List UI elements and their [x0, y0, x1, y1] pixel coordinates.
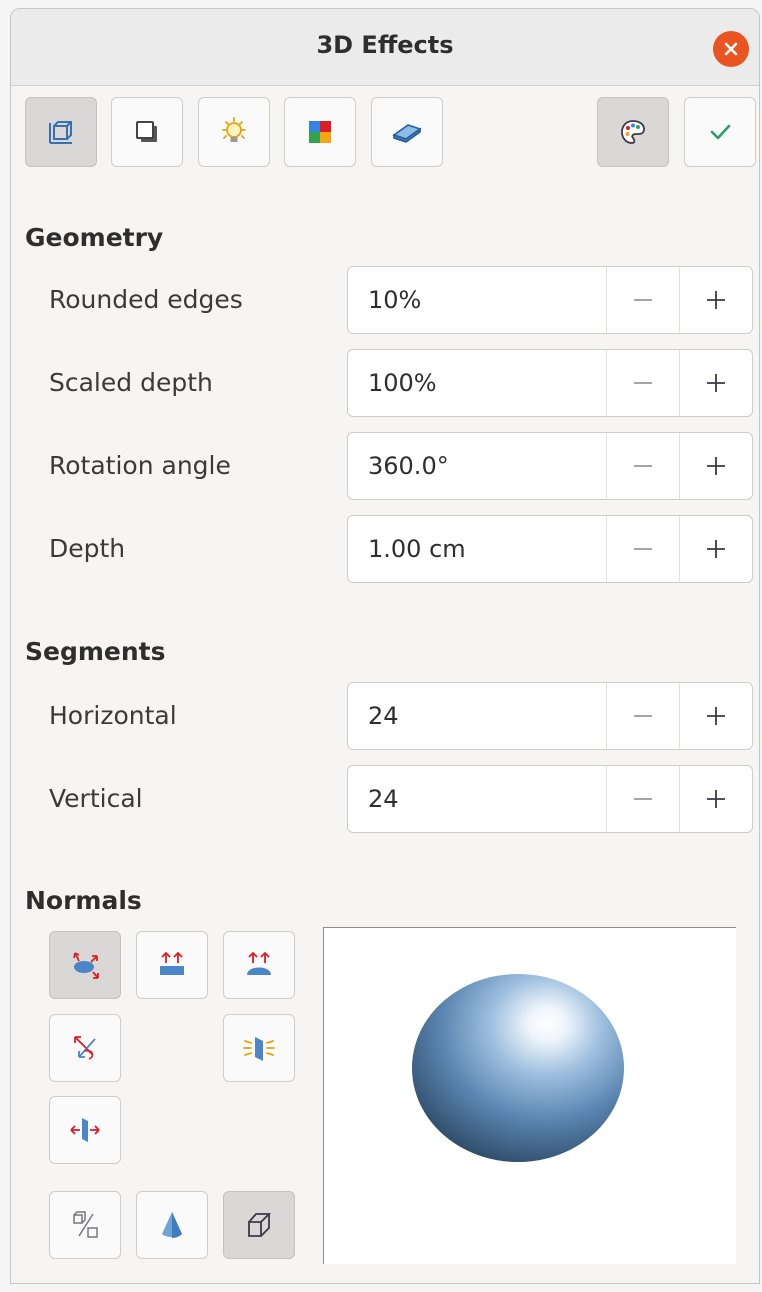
- horizontal-segments-spinbox: 24: [347, 682, 753, 750]
- vertical-decrement-button[interactable]: [606, 766, 679, 832]
- segments-heading: Segments: [25, 637, 166, 666]
- horizontal-decrement-button[interactable]: [606, 683, 679, 749]
- cone-icon: [162, 1212, 182, 1238]
- title-bar: 3D Effects: [11, 9, 759, 86]
- rotation-angle-input[interactable]: 360.0°: [348, 433, 606, 499]
- scaled-depth-spinbox: 100%: [347, 349, 753, 417]
- rotation-angle-decrement-button[interactable]: [606, 433, 679, 499]
- vertical-increment-button[interactable]: [679, 766, 752, 832]
- rounded-edges-increment-button[interactable]: [679, 267, 752, 333]
- horizontal-increment-button[interactable]: [679, 683, 752, 749]
- horizontal-label: Horizontal: [49, 701, 177, 730]
- object-specific-normals-button[interactable]: [49, 931, 121, 999]
- vertical-segments-spinbox: 24: [347, 765, 753, 833]
- 3d-effects-dialog: 3D Effects Geometry Rounded edges 10% Sc…: [10, 8, 760, 1284]
- rotation-angle-label: Rotation angle: [49, 451, 231, 480]
- material-icon: [392, 124, 422, 143]
- minus-icon: [634, 299, 652, 301]
- dialog-title: 3D Effects: [316, 31, 454, 59]
- flat-normals-button[interactable]: [136, 931, 208, 999]
- double-sided-icon: [70, 1118, 100, 1142]
- checkmark-icon: [710, 124, 731, 140]
- double-sided-illumination-button[interactable]: [223, 1014, 295, 1082]
- shading-tab-button[interactable]: [111, 97, 183, 167]
- geometry-heading: Geometry: [25, 223, 164, 252]
- rounded-edges-input[interactable]: 10%: [348, 267, 606, 333]
- minus-icon: [634, 382, 652, 384]
- 3d-preview: [323, 927, 736, 1264]
- scaled-depth-increment-button[interactable]: [679, 350, 752, 416]
- shading-icon: [136, 121, 157, 142]
- object-specific-normals-icon: [73, 952, 99, 979]
- convert-to-3d-icon: [73, 1211, 98, 1238]
- lightbulb-icon: [222, 117, 246, 142]
- assign-button[interactable]: [597, 97, 669, 167]
- double-sided-button[interactable]: [49, 1096, 121, 1164]
- textures-tab-button[interactable]: [284, 97, 356, 167]
- normals-heading: Normals: [25, 886, 142, 915]
- vertical-label: Vertical: [49, 784, 143, 813]
- rounded-edges-spinbox: 10%: [347, 266, 753, 334]
- spherical-normals-icon: [247, 951, 271, 975]
- spherical-normals-button[interactable]: [223, 931, 295, 999]
- perspective-cube-icon: [248, 1213, 272, 1237]
- plus-icon: [707, 291, 725, 309]
- material-tab-button[interactable]: [371, 97, 443, 167]
- scaled-depth-decrement-button[interactable]: [606, 350, 679, 416]
- illumination-tab-button[interactable]: [198, 97, 270, 167]
- close-button[interactable]: [713, 31, 749, 67]
- double-sided-illumination-icon: [243, 1037, 275, 1061]
- flat-normals-icon: [160, 951, 184, 975]
- vertical-segments-input[interactable]: 24: [348, 766, 606, 832]
- invert-normals-icon: [74, 1036, 96, 1060]
- sphere: [412, 974, 624, 1162]
- depth-input[interactable]: 1.00 cm: [348, 516, 606, 582]
- minus-icon: [634, 798, 652, 800]
- horizontal-segments-input[interactable]: 24: [348, 683, 606, 749]
- scaled-depth-label: Scaled depth: [49, 368, 213, 397]
- plus-icon: [707, 540, 725, 558]
- depth-decrement-button[interactable]: [606, 516, 679, 582]
- minus-icon: [634, 715, 652, 717]
- plus-icon: [707, 707, 725, 725]
- depth-label: Depth: [49, 534, 126, 563]
- invert-normals-button[interactable]: [49, 1014, 121, 1082]
- sphere-preview: [412, 974, 624, 1162]
- plus-icon: [707, 790, 725, 808]
- geometry-tab-button[interactable]: [25, 97, 97, 167]
- depth-spinbox: 1.00 cm: [347, 515, 753, 583]
- minus-icon: [634, 548, 652, 550]
- close-icon: [724, 42, 738, 56]
- lathe-object-button[interactable]: [136, 1191, 208, 1259]
- rotation-angle-increment-button[interactable]: [679, 433, 752, 499]
- plus-icon: [707, 457, 725, 475]
- scaled-depth-input[interactable]: 100%: [348, 350, 606, 416]
- plus-icon: [707, 374, 725, 392]
- depth-increment-button[interactable]: [679, 516, 752, 582]
- convert-to-3d-button[interactable]: [49, 1191, 121, 1259]
- perspective-button[interactable]: [223, 1191, 295, 1259]
- rounded-edges-label: Rounded edges: [49, 285, 243, 314]
- apply-button[interactable]: [684, 97, 756, 167]
- minus-icon: [634, 465, 652, 467]
- palette-icon: [621, 120, 645, 144]
- color-squares-icon: [309, 121, 331, 143]
- rotation-angle-spinbox: 360.0°: [347, 432, 753, 500]
- geometry-icon: [49, 121, 72, 144]
- rounded-edges-decrement-button[interactable]: [606, 267, 679, 333]
